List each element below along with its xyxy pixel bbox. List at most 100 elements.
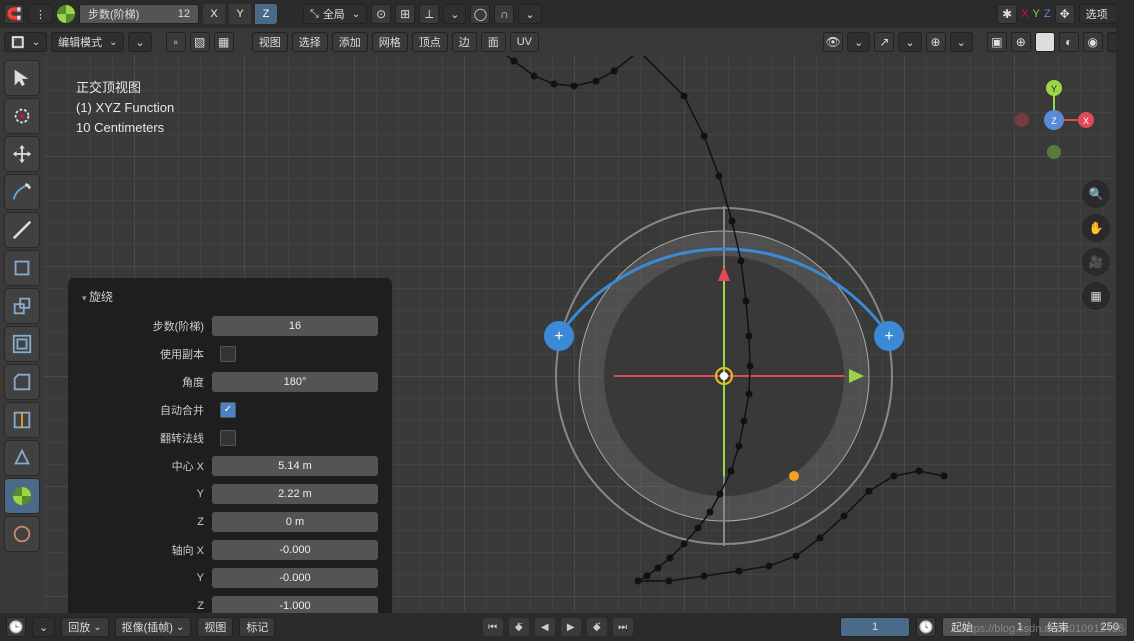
tool-measure[interactable] xyxy=(4,212,40,248)
gizmo-dd[interactable]: ⌄ xyxy=(898,32,921,52)
op-flipnorm-check[interactable] xyxy=(220,430,236,446)
tool-extrude[interactable] xyxy=(4,288,40,324)
menu-add[interactable]: 添加 xyxy=(332,32,368,52)
tool-add-cube[interactable] xyxy=(4,250,40,286)
op-automerge-label: 自动合并 xyxy=(82,402,212,418)
overlay-scale: 10 Centimeters xyxy=(76,118,174,138)
tool-smooth[interactable] xyxy=(4,516,40,552)
proportional-icon[interactable]: ◯ xyxy=(470,4,490,24)
camera-icon[interactable]: 🎥 xyxy=(1082,248,1110,276)
select-mode-edge[interactable]: ▧ xyxy=(190,32,210,52)
tool-bevel[interactable] xyxy=(4,364,40,400)
pan-icon[interactable]: ✋ xyxy=(1082,214,1110,242)
spin-tool-icon xyxy=(57,5,75,23)
keying-menu[interactable]: 抠像(插帧) xyxy=(115,617,192,637)
editor-type-dropdown[interactable]: 🔳 xyxy=(4,32,47,52)
auto-key-icon[interactable]: 🕓 xyxy=(916,617,936,637)
op-angle-label: 角度 xyxy=(82,374,212,390)
snap-options[interactable]: ⌄ xyxy=(443,4,466,24)
operator-panel[interactable]: 旋绕 步数(阶梯) 16 使用副本 角度 180° 自动合并 翻转法线 中心 X… xyxy=(68,278,392,635)
snap-to-icon[interactable]: ⊞ xyxy=(395,4,415,24)
orientation-dropdown[interactable]: ⤡ 全局 xyxy=(303,4,367,24)
tool-annotate[interactable] xyxy=(4,174,40,210)
tool-settings-header: 🧲 ⋮ 步数(阶梯) 12 X Y Z ⤡ 全局 ⊙ ⊞ ⟂ ⌄ ◯ ∩ ⌄ ✱… xyxy=(0,0,1134,28)
operator-panel-title[interactable]: 旋绕 xyxy=(82,288,378,305)
timeline-editor-icon[interactable]: 🕒 xyxy=(6,617,26,637)
tool-inset[interactable] xyxy=(4,326,40,362)
xray-icon[interactable]: ▣ xyxy=(987,32,1007,52)
tool-loopcut[interactable] xyxy=(4,402,40,438)
shading-render-icon[interactable]: ◉ xyxy=(1083,32,1103,52)
mode-options[interactable]: ⌄ xyxy=(128,32,151,52)
keyframe-prev-icon[interactable]: ◆⃖ xyxy=(509,618,529,636)
play-icon[interactable]: ▶ xyxy=(561,618,581,636)
tool-cursor[interactable] xyxy=(4,98,40,134)
op-center-x-field[interactable]: 5.14 m xyxy=(212,456,378,476)
jump-start-icon[interactable]: ⏮ xyxy=(483,618,503,636)
timeline-dd[interactable]: ⌄ xyxy=(32,617,55,637)
op-automerge-check[interactable] xyxy=(220,402,236,418)
op-center-y-field[interactable]: 2.22 m xyxy=(212,484,378,504)
tool-polybuild[interactable] xyxy=(4,440,40,476)
op-steps-label: 步数(阶梯) xyxy=(82,318,212,334)
active-vertex[interactable] xyxy=(789,471,799,481)
timeline-marker-menu[interactable]: 标记 xyxy=(239,617,275,637)
mode-dropdown[interactable]: 编辑模式 xyxy=(51,32,124,52)
snap-increment-icon[interactable]: ⟂ xyxy=(419,4,439,24)
butterfly-icon[interactable]: ✱ xyxy=(997,4,1017,24)
prop-options[interactable]: ⌄ xyxy=(518,4,541,24)
snap-dropdown[interactable]: ⋮ xyxy=(28,4,53,24)
select-mode-face[interactable]: ▦ xyxy=(214,32,234,52)
menu-mesh[interactable]: 网格 xyxy=(372,32,408,52)
visibility-dd[interactable]: ⌄ xyxy=(847,32,870,52)
playback-menu[interactable]: 回放 xyxy=(61,617,108,637)
shading-solid-icon[interactable]: ● xyxy=(1035,32,1055,52)
select-mode-vertex[interactable]: ▫ xyxy=(166,32,186,52)
shading-matprev-icon[interactable]: ◐ xyxy=(1059,32,1079,52)
plus-icon: + xyxy=(554,328,563,345)
menu-uv[interactable]: UV xyxy=(510,32,539,52)
overlay-dd[interactable]: ⌄ xyxy=(950,32,973,52)
op-center-z-label: Z xyxy=(82,516,212,528)
current-frame-field[interactable]: 1 xyxy=(840,617,910,637)
steps-value: 12 xyxy=(178,8,190,20)
perspective-icon[interactable]: ▦ xyxy=(1082,282,1110,310)
svg-text:X: X xyxy=(1083,116,1089,126)
nav-gizmo[interactable]: Z Y X xyxy=(1014,80,1094,160)
toolbar xyxy=(0,56,44,556)
timeline-view-menu[interactable]: 视图 xyxy=(197,617,233,637)
snap-magnet-icon[interactable]: 🧲 xyxy=(4,4,24,24)
menu-edge[interactable]: 边 xyxy=(452,32,477,52)
overlay-toggle-icon[interactable]: ⊕ xyxy=(926,32,946,52)
widget-icon[interactable]: ✥ xyxy=(1055,4,1075,24)
proportional-falloff-icon[interactable]: ∩ xyxy=(494,4,514,24)
axis-x-button[interactable]: X xyxy=(203,4,225,24)
gizmo-toggle-icon[interactable]: ↗ xyxy=(874,32,894,52)
shading-wire-icon[interactable]: ⊕ xyxy=(1011,32,1031,52)
axis-y-button[interactable]: Y xyxy=(229,4,251,24)
tool-select[interactable] xyxy=(4,60,40,96)
pivot-icon[interactable]: ⊙ xyxy=(371,4,391,24)
op-axis-x-field[interactable]: -0.000 xyxy=(212,540,378,560)
play-reverse-icon[interactable]: ◀ xyxy=(535,618,555,636)
menu-face[interactable]: 面 xyxy=(481,32,506,52)
keyframe-next-icon[interactable]: ◆⃗ xyxy=(587,618,607,636)
steps-field[interactable]: 步数(阶梯) 12 xyxy=(79,4,199,24)
properties-strip[interactable] xyxy=(1116,0,1134,641)
op-center-z-field[interactable]: 0 m xyxy=(212,512,378,532)
axis-z-button[interactable]: Z xyxy=(255,4,277,24)
tool-spin[interactable] xyxy=(4,478,40,514)
jump-end-icon[interactable]: ⏭ xyxy=(613,618,633,636)
menu-vertex[interactable]: 顶点 xyxy=(412,32,448,52)
menu-view[interactable]: 视图 xyxy=(252,32,288,52)
menu-select[interactable]: 选择 xyxy=(292,32,328,52)
viewport-overlay-text: 正交顶视图 (1) XYZ Function 10 Centimeters xyxy=(76,78,174,138)
op-axis-y-field[interactable]: -0.000 xyxy=(212,568,378,588)
zoom-icon[interactable]: 🔍 xyxy=(1082,180,1110,208)
op-dup-check[interactable] xyxy=(220,346,236,362)
visibility-icon[interactable]: 👁 xyxy=(823,32,843,52)
op-steps-field[interactable]: 16 xyxy=(212,316,378,336)
op-center-x-label: 中心 X xyxy=(82,458,212,474)
op-angle-field[interactable]: 180° xyxy=(212,372,378,392)
tool-move[interactable] xyxy=(4,136,40,172)
